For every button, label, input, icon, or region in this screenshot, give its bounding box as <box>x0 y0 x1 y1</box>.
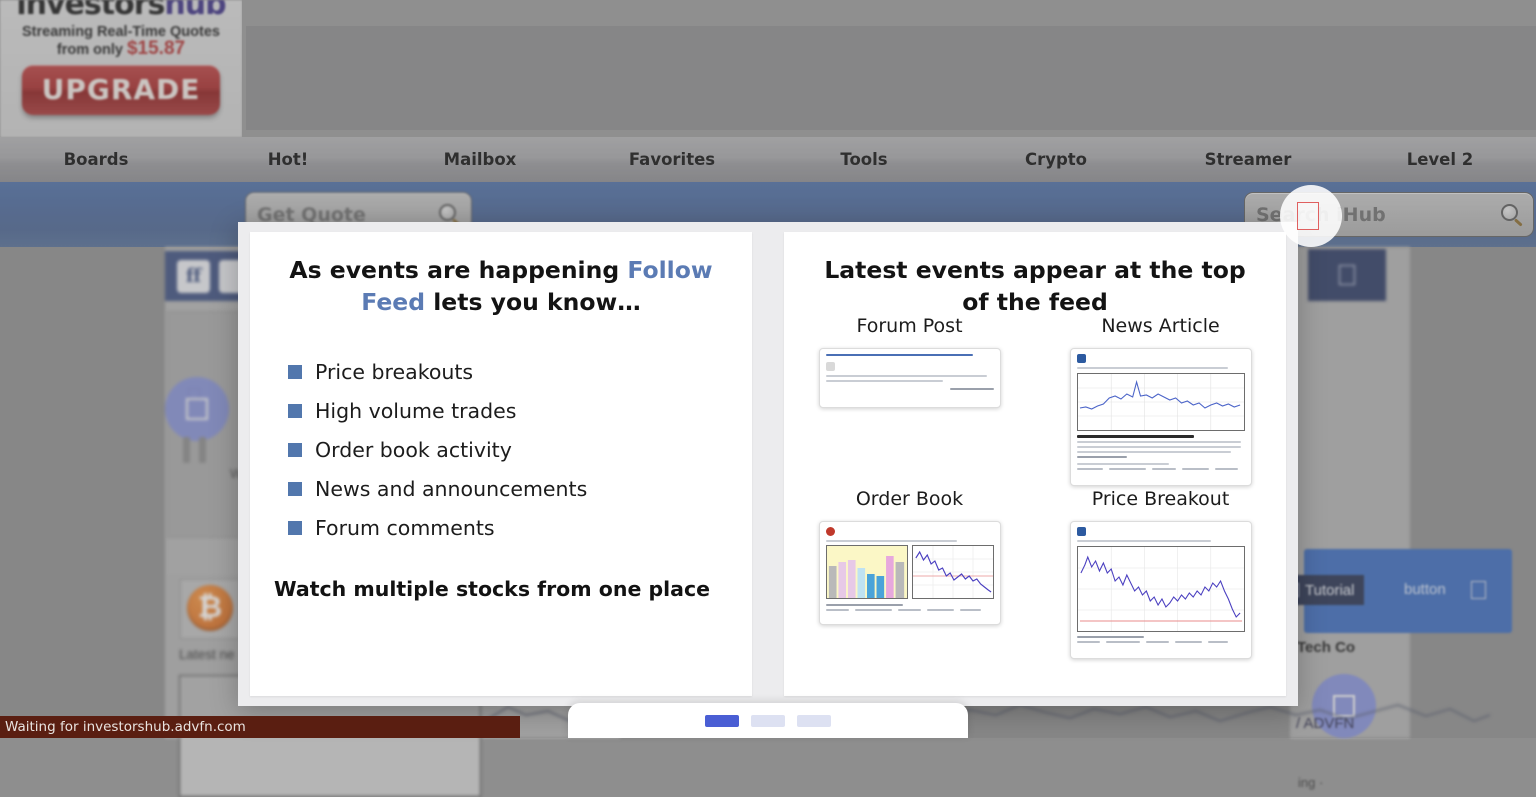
avatar <box>825 362 835 371</box>
bullet-square-icon <box>288 364 302 379</box>
order-book-thumbnail[interactable] <box>818 521 1001 625</box>
feature-bullet-list: Price breakouts High volume trades Order… <box>288 352 752 547</box>
tutorial-pagination[interactable] <box>568 703 968 738</box>
list-item: News and announcements <box>288 469 752 508</box>
bullet-square-icon <box>288 403 302 418</box>
bullet-square-icon <box>288 442 302 457</box>
thumbnail-news-article: News Article <box>1035 314 1286 487</box>
tutorial-card-right: Latest events appear at the top of the f… <box>784 232 1286 696</box>
pagination-dot-3[interactable] <box>797 714 831 727</box>
list-item: Order book activity <box>288 430 752 469</box>
example-thumbnail-grid: Forum Post News Article Order Book Price… <box>784 314 1286 688</box>
thumbnail-order-book: Order Book <box>784 487 1035 660</box>
tutorial-modal: As events are happening Follow Feed lets… <box>238 222 1298 706</box>
thumbnail-title: Order Book <box>855 488 964 510</box>
news-article-thumbnail[interactable] <box>1069 348 1252 486</box>
browser-status-bar: Waiting for investorshub.advfn.com <box>0 716 520 738</box>
bullet-square-icon <box>288 520 302 535</box>
price-breakout-thumbnail[interactable] <box>1069 521 1252 659</box>
list-item: Price breakouts <box>288 352 752 391</box>
bullet-square-icon <box>288 481 302 496</box>
pagination-dot-2[interactable] <box>751 714 785 727</box>
thumbnail-price-breakout: Price Breakout <box>1035 487 1286 660</box>
list-item: Forum comments <box>288 508 752 547</box>
tutorial-left-footnote: Watch multiple stocks from one place <box>274 577 711 601</box>
thumbnail-title: News Article <box>1101 315 1220 337</box>
tutorial-card-left: As events are happening Follow Feed lets… <box>250 232 752 696</box>
avatar <box>1076 527 1086 536</box>
thumbnail-title: Price Breakout <box>1091 488 1230 510</box>
pagination-dot-1[interactable] <box>705 714 739 727</box>
thumbnail-forum-post: Forum Post <box>784 314 1035 487</box>
forum-post-thumbnail[interactable] <box>818 348 1001 408</box>
list-item: High volume trades <box>288 391 752 430</box>
text-caret-cursor <box>1297 202 1319 230</box>
avatar <box>1076 354 1086 363</box>
avatar <box>825 527 835 536</box>
trailing-text: ing · <box>1298 775 1324 790</box>
tutorial-left-heading: As events are happening Follow Feed lets… <box>289 256 713 316</box>
tutorial-right-heading: Latest events appear at the top of the f… <box>824 256 1246 316</box>
thumbnail-title: Forum Post <box>856 315 963 337</box>
